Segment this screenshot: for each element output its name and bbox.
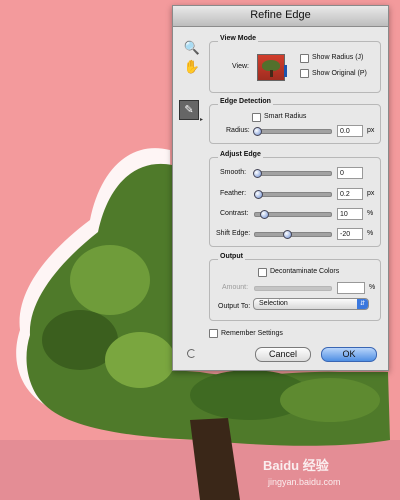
output-to-select[interactable]: Selection ⇵ <box>253 298 369 310</box>
output-heading: Output <box>218 253 245 260</box>
view-mode-group: View Mode View: Show Radius (J) Show Ori… <box>209 35 381 93</box>
show-radius-label: Show Radius (J) <box>312 54 364 61</box>
smooth-input[interactable]: 0 <box>337 167 363 179</box>
smart-radius-checkbox[interactable] <box>252 113 261 122</box>
radius-unit: px <box>367 127 375 134</box>
contrast-input[interactable]: 10 <box>337 208 363 220</box>
amount-slider <box>254 286 332 291</box>
smooth-label: Smooth: <box>220 169 247 176</box>
smart-radius-label: Smart Radius <box>264 113 307 120</box>
remember-settings-checkbox[interactable] <box>209 329 218 338</box>
amount-label: Amount: <box>222 284 249 291</box>
view-mode-dropdown-icon[interactable] <box>284 65 287 77</box>
contrast-label: Contrast: <box>220 210 249 217</box>
view-mode-heading: View Mode <box>218 35 259 42</box>
feather-slider[interactable] <box>254 190 332 199</box>
decontaminate-colors-checkbox[interactable] <box>258 268 267 277</box>
adjust-edge-heading: Adjust Edge <box>218 151 263 158</box>
view-mode-thumbnail[interactable] <box>257 54 285 81</box>
feather-unit: px <box>367 190 375 197</box>
edge-detection-heading: Edge Detection <box>218 98 273 105</box>
feather-label: Feather: <box>220 190 247 197</box>
radius-input[interactable]: 0.0 <box>337 125 363 137</box>
radius-slider[interactable] <box>253 127 332 136</box>
smooth-slider[interactable] <box>253 169 332 178</box>
contrast-unit: % <box>367 210 374 217</box>
dialog-title: Refine Edge <box>250 9 311 21</box>
hand-icon[interactable]: ✋ <box>183 58 201 76</box>
decontaminate-colors-label: Decontaminate Colors <box>270 268 340 275</box>
amount-input <box>337 282 365 294</box>
refine-brush-icon[interactable]: ✎ <box>179 100 199 120</box>
dialog-titlebar[interactable]: Refine Edge <box>173 6 388 27</box>
output-to-label: Output To: <box>218 303 251 310</box>
shift-edge-label: Shift Edge: <box>216 230 251 237</box>
output-group: Output Decontaminate Colors Amount: % Ou… <box>209 253 381 321</box>
refine-edge-dialog: Refine Edge 🔍 ✋ ✎ ▸ View Mode View: Show… <box>172 5 389 371</box>
contrast-slider[interactable] <box>254 210 332 219</box>
feather-slider-knob[interactable] <box>254 190 263 199</box>
cancel-button[interactable]: Cancel <box>255 347 311 362</box>
remember-settings-label: Remember Settings <box>221 330 283 337</box>
radius-label: Radius: <box>226 127 250 134</box>
adjust-edge-group: Adjust Edge Smooth: 0 Feather: 0.2 px Co… <box>209 151 381 247</box>
zoom-icon[interactable]: 🔍 <box>183 39 201 57</box>
output-to-value: Selection <box>259 300 288 307</box>
shift-edge-input[interactable]: -20 <box>337 228 363 240</box>
watermark-logo-text: Baidu 经验 <box>263 458 329 473</box>
thumbnail-trunk <box>270 70 273 77</box>
edge-detection-group: Edge Detection Smart Radius Radius: 0.0 … <box>209 98 381 144</box>
radius-slider-knob[interactable] <box>253 127 262 136</box>
shift-edge-unit: % <box>367 230 374 237</box>
view-label: View: <box>232 63 249 70</box>
show-original-checkbox[interactable] <box>300 69 309 78</box>
shift-edge-slider[interactable] <box>254 230 332 239</box>
show-radius-checkbox[interactable] <box>300 54 309 63</box>
show-original-label: Show Original (P) <box>312 70 367 77</box>
select-arrows-icon: ⇵ <box>357 299 368 309</box>
smooth-slider-knob[interactable] <box>253 169 262 178</box>
feather-input[interactable]: 0.2 <box>337 188 363 200</box>
brush-options-arrow-icon[interactable]: ▸ <box>200 116 203 123</box>
busy-spinner-icon <box>187 349 196 358</box>
ok-button[interactable]: OK <box>321 347 377 362</box>
shift-edge-slider-knob[interactable] <box>283 230 292 239</box>
amount-unit: % <box>369 284 376 291</box>
watermark-url: jingyan.baidu.com <box>268 477 341 487</box>
contrast-slider-knob[interactable] <box>260 210 269 219</box>
